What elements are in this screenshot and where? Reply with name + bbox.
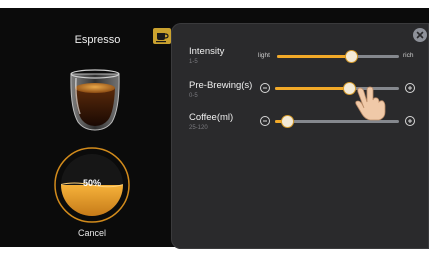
pre-brewing-increase-button[interactable] (405, 83, 415, 93)
pre-brewing-slider-fill (275, 87, 349, 90)
intensity-label: Intensity (189, 46, 225, 57)
coffee-volume-increase-button[interactable] (405, 116, 415, 126)
espresso-glass-image (60, 66, 130, 134)
drink-name: Espresso (74, 34, 121, 46)
plus-icon (408, 119, 412, 123)
pre-brewing-decrease-button[interactable] (260, 83, 270, 93)
intensity-slider-knob[interactable] (346, 51, 357, 62)
intensity-max-label: rich (403, 52, 414, 59)
intensity-slider-track[interactable] (277, 51, 399, 62)
coffee-mode-button[interactable] (153, 28, 171, 44)
coffee-volume-decrease-button[interactable] (260, 116, 270, 126)
plus-icon (408, 86, 412, 90)
pre-brewing-label: Pre-Brewing(s) (189, 80, 253, 91)
coffee-volume-range: 25-120 (189, 125, 208, 131)
intensity-min-label: light (258, 52, 270, 59)
coffee-cup-icon (156, 33, 169, 43)
coffee-volume-slider-knob[interactable] (282, 116, 293, 127)
hand-pointer-icon (352, 82, 390, 122)
pre-brewing-range: 0-5 (189, 93, 198, 99)
close-button[interactable] (413, 28, 427, 42)
close-icon (416, 31, 424, 39)
intensity-slider-fill (277, 55, 351, 58)
minus-icon (263, 120, 267, 122)
progress-percent: 50% (82, 178, 101, 188)
coffee-volume-label: Coffee(ml) (189, 112, 234, 123)
minus-icon (263, 87, 267, 89)
intensity-range: 1-5 (189, 59, 198, 65)
cancel-button[interactable]: Cancel (62, 228, 122, 238)
